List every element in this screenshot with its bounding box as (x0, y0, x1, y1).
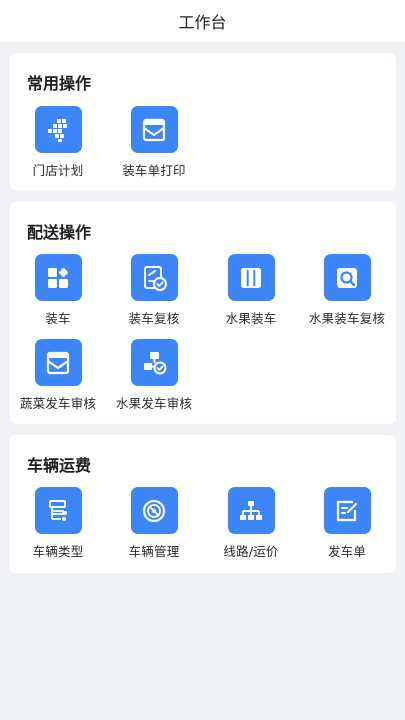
menu-item-label: 车辆类型 (32, 544, 84, 559)
section-title: 常用操作 (27, 74, 92, 93)
page-title: 工作台 (178, 13, 227, 32)
edit-note-icon (323, 487, 371, 534)
menu-item-label: 水果装车 (225, 311, 277, 326)
menu-item-label: 线路/运价 (223, 544, 279, 559)
vehicle-type-icon (34, 487, 82, 534)
envelope-icon (34, 339, 82, 386)
document-check-icon (130, 254, 178, 301)
menu-item-label: 水果装车复核 (308, 311, 386, 326)
section-title: 车辆运费 (27, 456, 92, 475)
flow-check-icon (130, 339, 178, 386)
menu-item-label: 发车单 (327, 544, 367, 559)
store-plan-icon (34, 106, 82, 153)
steering-wheel-icon (130, 487, 178, 534)
menu-item-loading[interactable]: 装车 (10, 254, 106, 327)
menu-item-label: 装车复核 (128, 311, 180, 326)
menu-item-route-pricing[interactable]: 线路/运价 (203, 487, 299, 560)
print-envelope-icon (130, 106, 178, 153)
route-tree-icon (227, 487, 275, 534)
menu-item-dispatch-order[interactable]: 发车单 (299, 487, 395, 560)
menu-item-vehicle-type[interactable]: 车辆类型 (10, 487, 106, 560)
menu-item-label: 装车单打印 (122, 163, 186, 178)
menu-item-loading-review[interactable]: 装车复核 (106, 254, 202, 327)
section-title: 配送操作 (27, 223, 92, 242)
menu-item-fruit-loading-review[interactable]: 水果装车复核 (299, 254, 395, 327)
section-vehicle-freight: 车辆运费 车辆类型 车辆管理 线路/运价 发车单 (10, 435, 396, 573)
menu-item-vegetable-dispatch-review[interactable]: 蔬菜发车审核 (10, 339, 106, 412)
menu-item-label: 车辆管理 (128, 544, 180, 559)
menu-item-label: 装车 (45, 311, 71, 326)
menu-item-label: 蔬菜发车审核 (19, 396, 97, 411)
menu-item-label: 水果发车审核 (115, 396, 193, 411)
section-common-operations: 常用操作 门店计划 装车单打印 (10, 53, 396, 190)
menu-item-vehicle-management[interactable]: 车辆管理 (106, 487, 202, 560)
menu-item-loading-print[interactable]: 装车单打印 (106, 106, 202, 179)
menu-item-fruit-dispatch-review[interactable]: 水果发车审核 (106, 339, 202, 412)
search-box-icon (323, 254, 371, 301)
section-delivery-operations: 配送操作 装车 装车复核 水果装车 水果装车复核 蔬菜发车审核 水果发车审核 (10, 202, 396, 424)
menu-item-fruit-loading[interactable]: 水果装车 (203, 254, 299, 327)
menu-item-store-plan[interactable]: 门店计划 (10, 106, 106, 179)
header-bar: 工作台 (0, 0, 405, 43)
columns-icon (227, 254, 275, 301)
grid-blocks-icon (34, 254, 82, 301)
menu-item-label: 门店计划 (32, 163, 84, 178)
